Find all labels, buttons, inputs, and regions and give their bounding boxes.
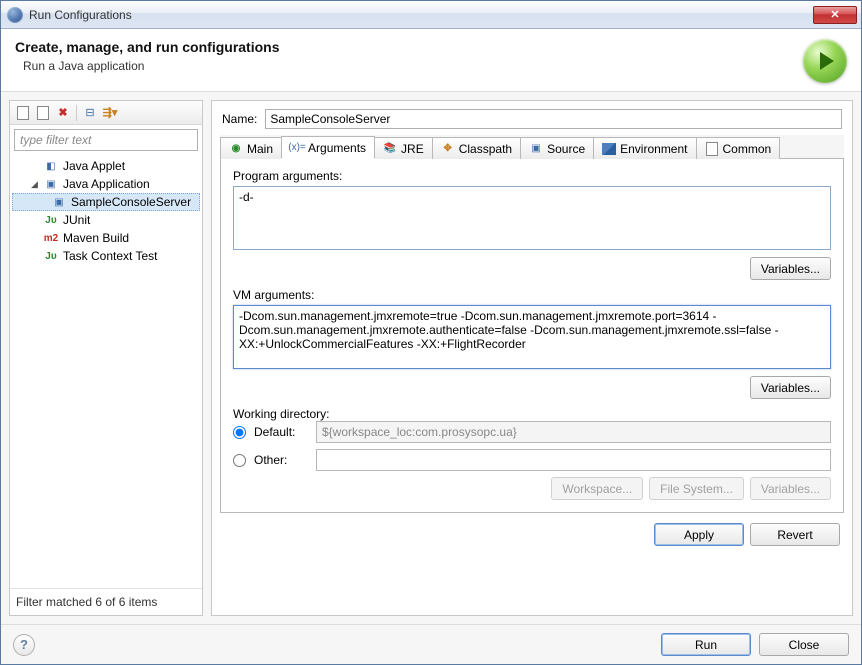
name-label: Name: (222, 112, 257, 126)
wd-other-radio[interactable] (233, 454, 246, 467)
config-detail-panel: Name: ◉ Main (x)= Arguments 📚 JRE (211, 100, 853, 616)
dialog-window: Run Configurations ✕ Create, manage, and… (0, 0, 862, 665)
working-directory-label: Working directory: (233, 407, 329, 421)
tree-item-junit[interactable]: Jᴜ JUnit (10, 211, 202, 229)
collapse-all-button[interactable]: ⊟ (81, 104, 99, 122)
tab-main[interactable]: ◉ Main (220, 137, 282, 159)
new-config-button[interactable] (14, 104, 32, 122)
vm-args-variables-button[interactable]: Variables... (750, 376, 831, 399)
run-icon-large (803, 39, 847, 83)
wd-workspace-button: Workspace... (551, 477, 643, 500)
tab-label: JRE (401, 142, 424, 156)
arguments-tab-content: Program arguments: Variables... VM argum… (220, 159, 844, 513)
tab-environment[interactable]: Environment (593, 137, 696, 159)
caret-icon (30, 216, 39, 225)
toolbar-separator (76, 105, 77, 121)
tab-label: Classpath (459, 142, 512, 156)
config-tree[interactable]: ◧ Java Applet ◢ ▣ Java Application ▣ Sam… (10, 155, 202, 588)
tree-item-task-context-test[interactable]: Jᴜ Task Context Test (10, 247, 202, 265)
tree-item-maven-build[interactable]: m2 Maven Build (10, 229, 202, 247)
duplicate-config-button[interactable] (34, 104, 52, 122)
wd-variables-button: Variables... (750, 477, 831, 500)
header-panel: Create, manage, and run configurations R… (1, 29, 861, 92)
new-doc-icon (17, 106, 29, 120)
delete-config-button[interactable]: ✖ (54, 104, 72, 122)
close-button[interactable]: Close (759, 633, 849, 656)
dialog-footer: ? Run Close (1, 624, 861, 664)
tree-item-sampleconsoleserver[interactable]: ▣ SampleConsoleServer (12, 193, 200, 211)
tab-label: Main (247, 142, 273, 156)
wd-default-label: Default: (254, 425, 308, 439)
eclipse-app-icon (7, 7, 23, 23)
tree-label: JUnit (63, 213, 90, 227)
play-icon: ◉ (229, 142, 243, 156)
filter-status: Filter matched 6 of 6 items (10, 588, 202, 615)
window-close-button[interactable]: ✕ (813, 6, 857, 24)
wd-other-label: Other: (254, 453, 308, 467)
env-icon (602, 142, 616, 156)
tree-item-java-application[interactable]: ◢ ▣ Java Application (10, 175, 202, 193)
caret-expanded-icon: ◢ (30, 180, 39, 189)
titlebar[interactable]: Run Configurations ✕ (1, 1, 861, 29)
wd-filesystem-button: File System... (649, 477, 744, 500)
junit-icon: Jᴜ (43, 248, 59, 264)
applet-icon: ◧ (43, 158, 59, 174)
tab-source[interactable]: ▣ Source (520, 137, 594, 159)
tab-label: Environment (620, 142, 687, 156)
vm-args-input[interactable] (233, 305, 831, 369)
m2-icon: m2 (43, 230, 59, 246)
javaapp-icon: ▣ (43, 176, 59, 192)
header-subtitle: Run a Java application (23, 59, 803, 73)
caret-icon (30, 252, 39, 261)
tab-label: Common (723, 142, 772, 156)
tab-label: Arguments (308, 141, 366, 155)
tab-arguments[interactable]: (x)= Arguments (281, 136, 375, 159)
source-icon: ▣ (529, 142, 543, 156)
config-toolbar: ✖ ⊟ ⇶▾ (10, 101, 202, 125)
window-title: Run Configurations (29, 8, 813, 22)
tab-classpath[interactable]: ✥ Classpath (432, 137, 521, 159)
apply-button[interactable]: Apply (654, 523, 744, 546)
caret-icon (30, 162, 39, 171)
junit-icon: Jᴜ (43, 212, 59, 228)
tab-jre[interactable]: 📚 JRE (374, 137, 433, 159)
javaapp-icon: ▣ (51, 194, 67, 210)
jre-icon: 📚 (383, 142, 397, 156)
caret-icon (30, 234, 39, 243)
program-args-variables-button[interactable]: Variables... (750, 257, 831, 280)
help-button[interactable]: ? (13, 634, 35, 656)
vm-args-label: VM arguments: (233, 288, 831, 302)
tree-label: Java Application (63, 177, 150, 191)
config-tabs: ◉ Main (x)= Arguments 📚 JRE ✥ Classpath (220, 135, 844, 159)
wd-default-input (316, 421, 831, 443)
wd-default-radio[interactable] (233, 426, 246, 439)
header-title: Create, manage, and run configurations (15, 39, 803, 55)
tree-label: Task Context Test (63, 249, 158, 263)
configurations-panel: ✖ ⊟ ⇶▾ ◧ Java Applet ◢ ▣ Java Applicatio… (9, 100, 203, 616)
program-args-input[interactable] (233, 186, 831, 250)
tree-label: Maven Build (63, 231, 129, 245)
classpath-icon: ✥ (441, 142, 455, 156)
tree-item-java-applet[interactable]: ◧ Java Applet (10, 157, 202, 175)
common-icon (705, 142, 719, 156)
filter-input[interactable] (14, 129, 198, 151)
program-args-label: Program arguments: (233, 169, 831, 183)
revert-button[interactable]: Revert (750, 523, 840, 546)
filter-button[interactable]: ⇶▾ (101, 104, 119, 122)
run-button[interactable]: Run (661, 633, 751, 656)
tab-label: Source (547, 142, 585, 156)
wd-other-input[interactable] (316, 449, 831, 471)
tab-common[interactable]: Common (696, 137, 781, 159)
name-input[interactable] (265, 109, 842, 129)
tree-label: Java Applet (63, 159, 125, 173)
args-icon: (x)= (290, 141, 304, 155)
tree-label: SampleConsoleServer (71, 195, 191, 209)
copy-doc-icon (37, 106, 49, 120)
